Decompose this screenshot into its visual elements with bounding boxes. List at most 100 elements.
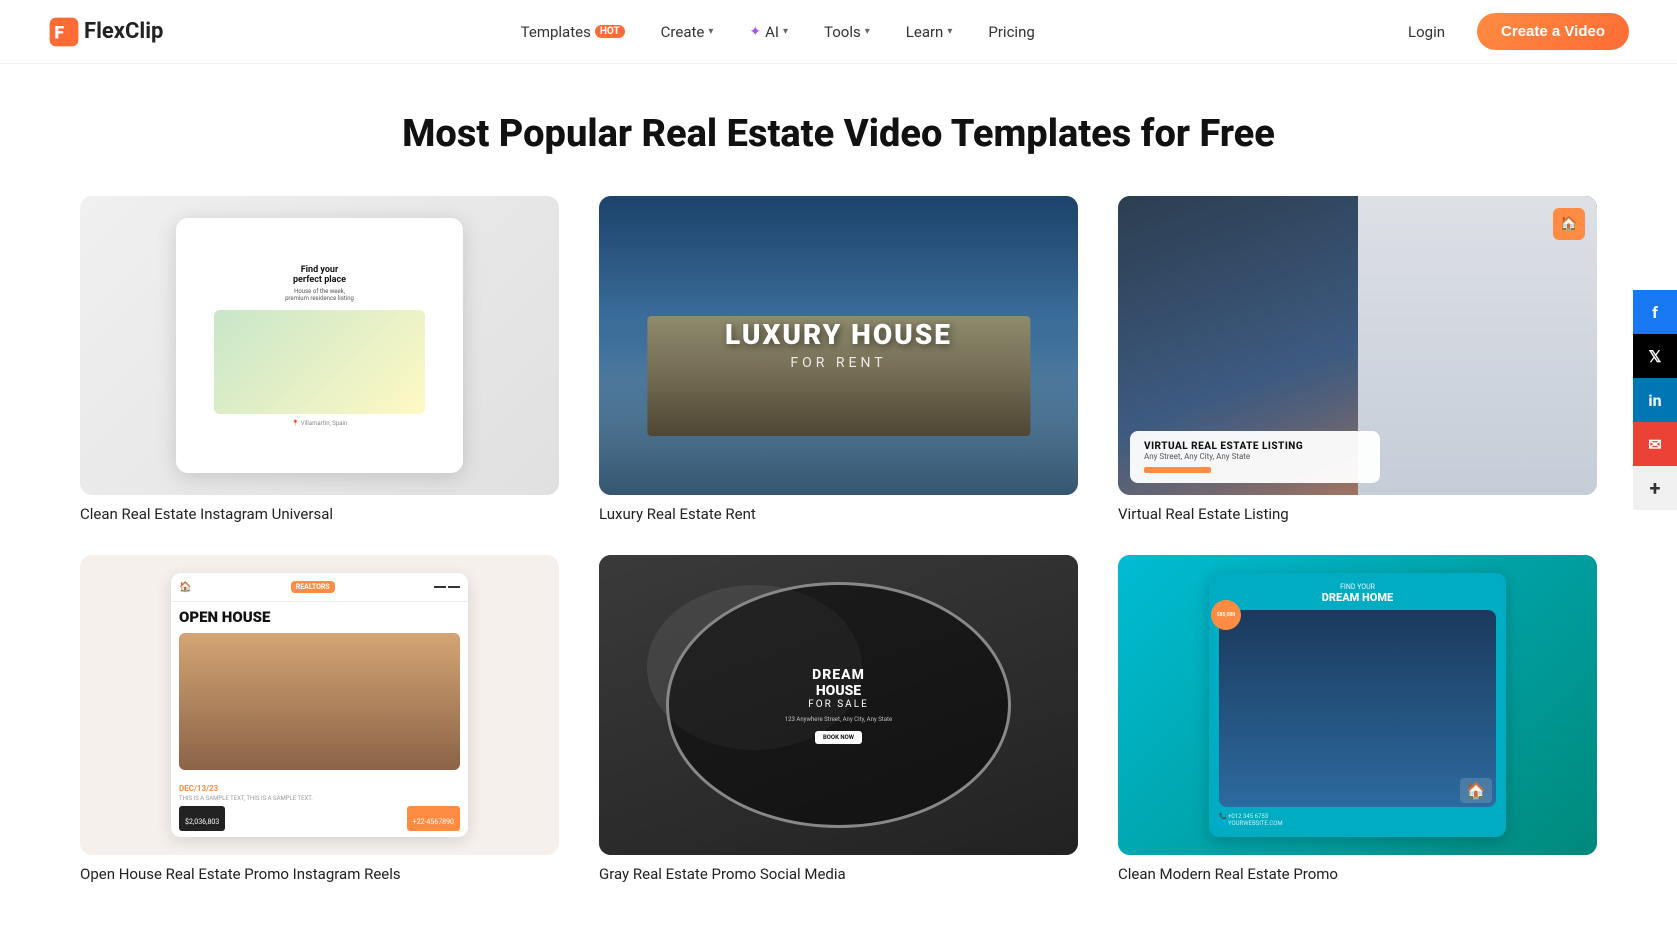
svg-text:F: F (54, 23, 64, 43)
thumb-4-phone: +22-4567890 (407, 806, 460, 831)
thumb-6-inner: FIND YOUR DREAM HOME $85,000 🏠 📞 +012 34… (1209, 573, 1506, 836)
thumb-4-house-img (179, 633, 460, 769)
thumb-4-price: $2,036,803 (179, 806, 225, 831)
thumb-5-house: HOUSE (785, 683, 892, 699)
nav-pricing[interactable]: Pricing (974, 15, 1048, 49)
thumb-5-booknow: BOOK NOW (815, 731, 862, 744)
thumb-4-date: DEC/13/23 (179, 784, 460, 793)
nav-tools-label: Tools (824, 23, 861, 41)
thumb-3-building (1358, 196, 1598, 495)
thumb-6-footer: 📞 +012 345 6753 🌐 YOURWEBSITE.COM (1219, 813, 1496, 827)
thumb-6-house-icon-area: 🏠 (1460, 778, 1492, 803)
email-share-button[interactable]: ✉ (1633, 422, 1677, 466)
thumb-5-text: DREAM HOUSE FOR SALE 123 Anywhere Street… (785, 667, 892, 744)
home-icon: 🏠 (1560, 216, 1577, 232)
nav-tools[interactable]: Tools ▾ (810, 15, 884, 49)
template-thumb-2: LUXURY HOUSE FOR RENT (599, 196, 1078, 495)
nav-ai-label: AI (765, 23, 779, 41)
nav-pricing-label: Pricing (988, 23, 1034, 41)
ai-sparkle-icon: ✦ (749, 24, 761, 40)
thumb-3-badge: 🏠 (1553, 208, 1585, 240)
template-card-4[interactable]: 🏠 REALTORS OPEN HOUSE DEC/13/23 THIS I (80, 555, 559, 882)
more-share-button[interactable]: + (1633, 466, 1677, 510)
template-thumb-5: DREAM HOUSE FOR SALE 123 Anywhere Street… (599, 555, 1078, 854)
create-video-button[interactable]: Create a Video (1477, 13, 1629, 50)
header: F FlexClip Templates HOT Create ▾ ✦ AI ▾… (0, 0, 1677, 64)
template-card-2[interactable]: LUXURY HOUSE FOR RENT Luxury Real Estate… (599, 196, 1078, 523)
thumb-3-accent (1144, 467, 1211, 473)
page-title: Most Popular Real Estate Video Templates… (80, 112, 1597, 156)
logo-icon: F (48, 16, 80, 48)
nav-learn-chevron: ▾ (947, 26, 952, 37)
thumb-6-header: FIND YOUR DREAM HOME (1219, 583, 1496, 604)
thumb-4-bottom-bar: $2,036,803 +22-4567890 (179, 806, 460, 831)
nav-learn[interactable]: Learn ▾ (892, 15, 967, 49)
thumb-4-header: 🏠 REALTORS (171, 573, 468, 602)
thumb-1-location: 📍 Villamartin, Spain (292, 420, 348, 427)
thumb-6-find: FIND YOUR (1219, 583, 1496, 591)
linkedin-share-button[interactable]: in (1633, 378, 1677, 422)
thumb-5-address: 123 Anywhere Street, Any City, Any State (785, 716, 892, 723)
nav-create[interactable]: Create ▾ (647, 15, 728, 49)
nav-create-chevron: ▾ (708, 26, 713, 37)
template-label-3: Virtual Real Estate Listing (1118, 505, 1597, 523)
nav-templates[interactable]: Templates HOT (507, 15, 639, 49)
template-label-5: Gray Real Estate Promo Social Media (599, 865, 1078, 883)
nav-ai[interactable]: ✦ AI ▾ (735, 15, 802, 49)
twitter-share-button[interactable]: 𝕏 (1633, 334, 1677, 378)
thumb-5-dream: DREAM (785, 667, 892, 683)
template-card-3[interactable]: 🏠 VIRTUAL REAL ESTATE LISTING Any Street… (1118, 196, 1597, 523)
template-grid: Find yourperfect place House of the week… (80, 196, 1597, 883)
thumb-4-realtors-badge: REALTORS (291, 581, 335, 593)
logo[interactable]: F FlexClip (48, 16, 163, 48)
nav-tools-chevron: ▾ (865, 26, 870, 37)
facebook-share-button[interactable]: f (1633, 290, 1677, 334)
template-thumb-6: FIND YOUR DREAM HOME $85,000 🏠 📞 +012 34… (1118, 555, 1597, 854)
thumb-2-rent-text: FOR RENT (725, 355, 952, 371)
header-right: Login Create a Video (1392, 13, 1629, 50)
thumb-4-home-icon: 🏠 (179, 582, 191, 593)
template-label-2: Luxury Real Estate Rent (599, 505, 1078, 523)
thumb-4-dashes (434, 586, 460, 588)
main-nav: Templates HOT Create ▾ ✦ AI ▾ Tools ▾ Le… (507, 15, 1049, 49)
nav-templates-label: Templates (521, 23, 591, 41)
logo-text: FlexClip (84, 19, 163, 44)
login-button[interactable]: Login (1392, 15, 1461, 49)
thumb-4-open-house: OPEN HOUSE (179, 610, 460, 625)
thumb-6-dream-home: DREAM HOME (1219, 591, 1496, 604)
thumb-5-circle: DREAM HOUSE FOR SALE 123 Anywhere Street… (666, 582, 1011, 827)
thumb-4-content: OPEN HOUSE (171, 602, 468, 777)
thumb-3-title: VIRTUAL REAL ESTATE LISTING (1144, 441, 1366, 452)
thumb-1-inner: Find yourperfect place House of the week… (176, 218, 463, 472)
thumb-2-title: LUXURY HOUSE FOR RENT (725, 320, 952, 371)
thumb-6-price-text: $85,000 (1217, 612, 1235, 618)
thumb-6-website: 🌐 YOURWEBSITE.COM (1219, 820, 1496, 827)
thumb-4-inner: 🏠 REALTORS OPEN HOUSE DEC/13/23 THIS I (171, 573, 468, 836)
template-thumb-1: Find yourperfect place House of the week… (80, 196, 559, 495)
main-content: Most Popular Real Estate Video Templates… (0, 64, 1677, 931)
thumb-1-image (214, 310, 425, 414)
thumb-4-footer: DEC/13/23 THIS IS A SAMPLE TEXT, THIS IS… (171, 778, 468, 837)
nav-create-label: Create (661, 23, 705, 41)
nav-learn-label: Learn (906, 23, 944, 41)
template-card-6[interactable]: FIND YOUR DREAM HOME $85,000 🏠 📞 +012 34… (1118, 555, 1597, 882)
thumb-6-home-emoji: 🏠 (1466, 781, 1486, 800)
template-label-6: Clean Modern Real Estate Promo (1118, 865, 1597, 883)
nav-ai-chevron: ▾ (783, 26, 788, 37)
thumb-6-image-area: $85,000 🏠 (1219, 610, 1496, 806)
template-label-1: Clean Real Estate Instagram Universal (80, 505, 559, 523)
thumb-6-contact: 📞 +012 345 6753 (1219, 813, 1496, 820)
thumb-6-price-badge: $85,000 (1211, 600, 1241, 630)
template-thumb-3: 🏠 VIRTUAL REAL ESTATE LISTING Any Street… (1118, 196, 1597, 495)
template-thumb-4: 🏠 REALTORS OPEN HOUSE DEC/13/23 THIS I (80, 555, 559, 854)
thumb-3-card: VIRTUAL REAL ESTATE LISTING Any Street, … (1130, 431, 1380, 483)
template-card-5[interactable]: DREAM HOUSE FOR SALE 123 Anywhere Street… (599, 555, 1078, 882)
social-sidebar: f 𝕏 in ✉ + (1633, 290, 1677, 510)
template-label-4: Open House Real Estate Promo Instagram R… (80, 865, 559, 883)
template-card-1[interactable]: Find yourperfect place House of the week… (80, 196, 559, 523)
thumb-2-luxury-text: LUXURY HOUSE (725, 320, 952, 351)
thumb-5-forsale: FOR SALE (785, 699, 892, 710)
nav-templates-badge: HOT (595, 25, 625, 38)
thumb-1-headline: Find yourperfect place (293, 265, 346, 285)
thumb-1-subtext: House of the week,premium residence list… (285, 288, 354, 302)
